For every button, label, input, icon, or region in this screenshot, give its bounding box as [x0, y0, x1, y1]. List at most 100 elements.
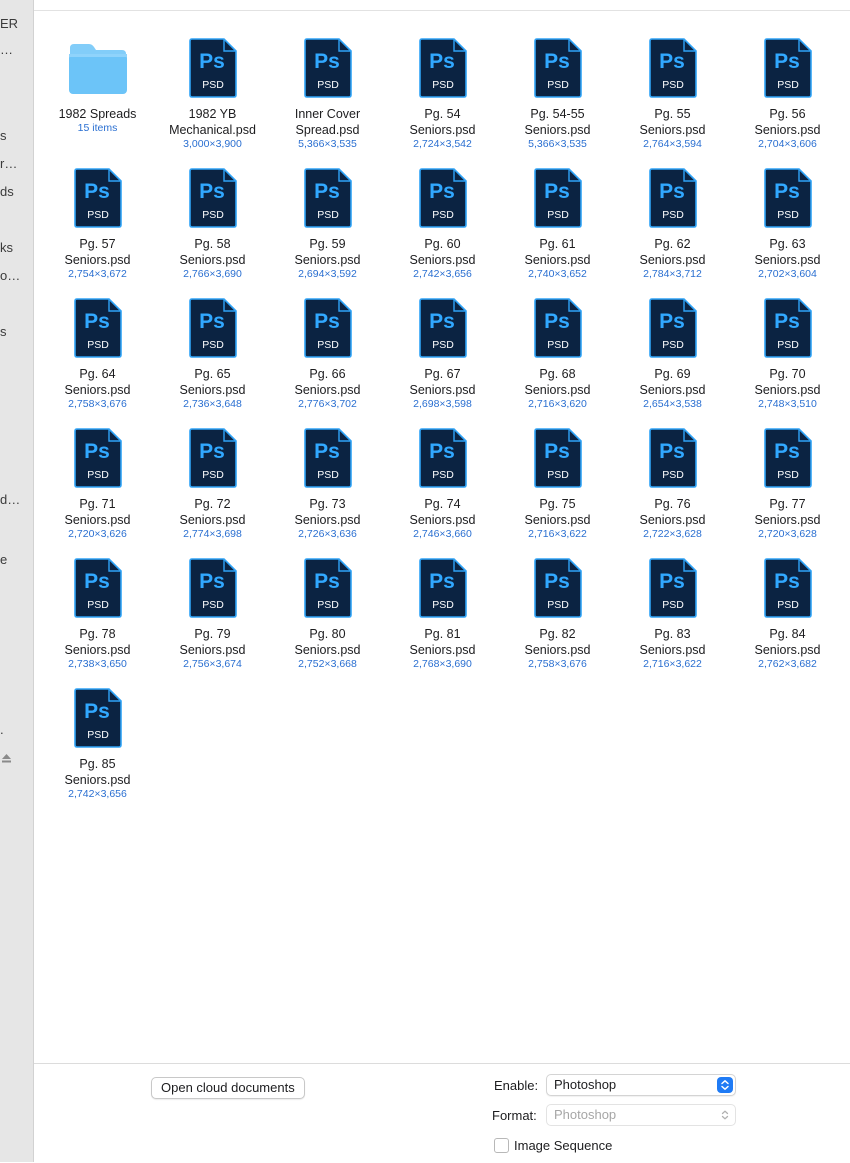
- svg-text:Ps: Ps: [659, 310, 685, 333]
- file-item[interactable]: Ps PSD Pg. 58 Seniors.psd 2,766×3,690: [155, 130, 270, 280]
- file-name-line: Pg. 73: [309, 497, 346, 511]
- file-item[interactable]: Ps PSD Pg. 61 Seniors.psd 2,740×3,652: [500, 130, 615, 280]
- eject-icon[interactable]: [1, 753, 12, 764]
- file-item[interactable]: Ps PSD Pg. 64 Seniors.psd 2,758×3,676: [40, 260, 155, 410]
- format-value: Photoshop: [554, 1107, 617, 1122]
- photoshop-file-icon: Ps PSD: [764, 298, 812, 358]
- photoshop-file-icon: Ps PSD: [649, 558, 697, 618]
- file-dimensions: 2,716×3,622: [643, 658, 702, 670]
- sidebar-item-label[interactable]: r…: [0, 156, 17, 171]
- svg-text:PSD: PSD: [777, 599, 799, 611]
- svg-text:Ps: Ps: [544, 180, 570, 203]
- file-item[interactable]: Ps PSD Pg. 81 Seniors.psd 2,768×3,690: [385, 520, 500, 670]
- sidebar-item-label[interactable]: ER: [0, 16, 18, 31]
- file-item[interactable]: Ps PSD Pg. 67 Seniors.psd 2,698×3,598: [385, 260, 500, 410]
- file-item[interactable]: Ps PSD Pg. 82 Seniors.psd 2,758×3,676: [500, 520, 615, 670]
- sidebar-item-label[interactable]: .: [0, 722, 4, 737]
- enable-select[interactable]: Photoshop: [546, 1074, 736, 1096]
- sidebar-item-label[interactable]: s: [0, 128, 7, 143]
- file-item[interactable]: Ps PSD 1982 YB Mechanical.psd 3,000×3,900: [155, 0, 270, 150]
- svg-text:PSD: PSD: [777, 339, 799, 351]
- sidebar-item-label[interactable]: d…: [0, 492, 20, 507]
- svg-text:PSD: PSD: [202, 209, 224, 221]
- file-name: Pg. 82 Seniors.psd: [500, 626, 615, 658]
- file-item[interactable]: Ps PSD Pg. 83 Seniors.psd 2,716×3,622: [615, 520, 730, 670]
- sidebar-item-label[interactable]: ds: [0, 184, 14, 199]
- file-item[interactable]: Ps PSD Pg. 80 Seniors.psd 2,752×3,668: [270, 520, 385, 670]
- sidebar-item-label[interactable]: o…: [0, 268, 20, 283]
- svg-text:PSD: PSD: [547, 339, 569, 351]
- file-item[interactable]: Ps PSD Pg. 66 Seniors.psd 2,776×3,702: [270, 260, 385, 410]
- svg-text:Ps: Ps: [429, 440, 455, 463]
- file-name-line: Pg. 80: [309, 627, 346, 641]
- file-dimensions: 2,742×3,656: [68, 788, 127, 800]
- svg-text:Ps: Ps: [199, 180, 225, 203]
- file-name-line: Pg. 79: [194, 627, 231, 641]
- file-item[interactable]: Ps PSD Pg. 77 Seniors.psd 2,720×3,628: [730, 390, 845, 540]
- file-item[interactable]: Ps PSD Pg. 71 Seniors.psd 2,720×3,626: [40, 390, 155, 540]
- file-name-line: 1982 YB: [188, 107, 237, 121]
- file-item[interactable]: Ps PSD Pg. 84 Seniors.psd 2,762×3,682: [730, 520, 845, 670]
- sidebar-item-label[interactable]: ks: [0, 240, 13, 255]
- svg-text:Ps: Ps: [774, 180, 800, 203]
- file-item[interactable]: Ps PSD Pg. 68 Seniors.psd 2,716×3,620: [500, 260, 615, 410]
- file-name: Pg. 79 Seniors.psd: [155, 626, 270, 658]
- file-item[interactable]: Ps PSD Inner Cover Spread.psd 5,366×3,535: [270, 0, 385, 150]
- svg-text:PSD: PSD: [547, 209, 569, 221]
- svg-text:Ps: Ps: [199, 570, 225, 593]
- photoshop-file-icon: Ps PSD: [304, 558, 352, 618]
- file-item[interactable]: Ps PSD Pg. 79 Seniors.psd 2,756×3,674: [155, 520, 270, 670]
- file-name-line: Pg. 59: [309, 237, 346, 251]
- svg-text:Ps: Ps: [429, 570, 455, 593]
- file-item[interactable]: Ps PSD Pg. 65 Seniors.psd 2,736×3,648: [155, 260, 270, 410]
- file-item[interactable]: Ps PSD Pg. 73 Seniors.psd 2,726×3,636: [270, 390, 385, 540]
- photoshop-file-icon: Ps PSD: [74, 688, 122, 748]
- folder-item[interactable]: 1982 Spreads 15 items: [40, 0, 155, 134]
- file-item[interactable]: Ps PSD Pg. 72 Seniors.psd 2,774×3,698: [155, 390, 270, 540]
- sidebar-item-label[interactable]: s: [0, 324, 7, 339]
- svg-text:PSD: PSD: [87, 729, 109, 741]
- file-name-line: Seniors.psd: [294, 643, 361, 657]
- file-item[interactable]: Ps PSD Pg. 63 Seniors.psd 2,702×3,604: [730, 130, 845, 280]
- file-item[interactable]: Ps PSD Pg. 56 Seniors.psd 2,704×3,606: [730, 0, 845, 150]
- file-name-line: Pg. 66: [309, 367, 346, 381]
- svg-text:Ps: Ps: [314, 180, 340, 203]
- file-item[interactable]: Ps PSD Pg. 54 Seniors.psd 2,724×3,542: [385, 0, 500, 150]
- image-sequence-checkbox[interactable]: [494, 1138, 509, 1153]
- file-name-line: Pg. 78: [79, 627, 116, 641]
- photoshop-file-icon: Ps PSD: [649, 38, 697, 98]
- file-name-line: Pg. 60: [424, 237, 461, 251]
- svg-text:Ps: Ps: [429, 50, 455, 73]
- file-dimensions: 2,756×3,674: [183, 658, 242, 670]
- file-item[interactable]: Ps PSD Pg. 76 Seniors.psd 2,722×3,628: [615, 390, 730, 540]
- file-name-line: Seniors.psd: [639, 643, 706, 657]
- svg-text:Ps: Ps: [659, 440, 685, 463]
- file-item[interactable]: Ps PSD Pg. 62 Seniors.psd 2,784×3,712: [615, 130, 730, 280]
- open-cloud-documents-button[interactable]: Open cloud documents: [151, 1077, 305, 1099]
- file-name-line: Pg. 62: [654, 237, 691, 251]
- photoshop-file-icon: Ps PSD: [304, 168, 352, 228]
- file-item[interactable]: Ps PSD Pg. 74 Seniors.psd 2,746×3,660: [385, 390, 500, 540]
- sidebar-item-label[interactable]: e: [0, 552, 7, 567]
- file-item[interactable]: Ps PSD Pg. 85 Seniors.psd 2,742×3,656: [40, 650, 155, 800]
- file-item[interactable]: Ps PSD Pg. 78 Seniors.psd 2,738×3,650: [40, 520, 155, 670]
- image-sequence-label[interactable]: Image Sequence: [514, 1138, 612, 1153]
- svg-text:PSD: PSD: [87, 209, 109, 221]
- svg-text:Ps: Ps: [544, 50, 570, 73]
- file-name-line: Pg. 57: [79, 237, 116, 251]
- file-item[interactable]: Ps PSD Pg. 54-55 Seniors.psd 5,366×3,535: [500, 0, 615, 150]
- file-item[interactable]: Ps PSD Pg. 57 Seniors.psd 2,754×3,672: [40, 130, 155, 280]
- file-item[interactable]: Ps PSD Pg. 75 Seniors.psd 2,716×3,622: [500, 390, 615, 540]
- file-item[interactable]: Ps PSD Pg. 60 Seniors.psd 2,742×3,656: [385, 130, 500, 280]
- format-select[interactable]: Photoshop: [546, 1104, 736, 1126]
- file-item[interactable]: Ps PSD Pg. 55 Seniors.psd 2,764×3,594: [615, 0, 730, 150]
- photoshop-file-icon: Ps PSD: [534, 298, 582, 358]
- photoshop-file-icon: Ps PSD: [74, 558, 122, 618]
- file-name-line: Pg. 65: [194, 367, 231, 381]
- sidebar-item-label[interactable]: …: [0, 42, 13, 57]
- chevron-updown-icon: [717, 1077, 733, 1093]
- file-item[interactable]: Ps PSD Pg. 59 Seniors.psd 2,694×3,592: [270, 130, 385, 280]
- photoshop-file-icon: Ps PSD: [764, 428, 812, 488]
- file-item[interactable]: Ps PSD Pg. 69 Seniors.psd 2,654×3,538: [615, 260, 730, 410]
- file-item[interactable]: Ps PSD Pg. 70 Seniors.psd 2,748×3,510: [730, 260, 845, 410]
